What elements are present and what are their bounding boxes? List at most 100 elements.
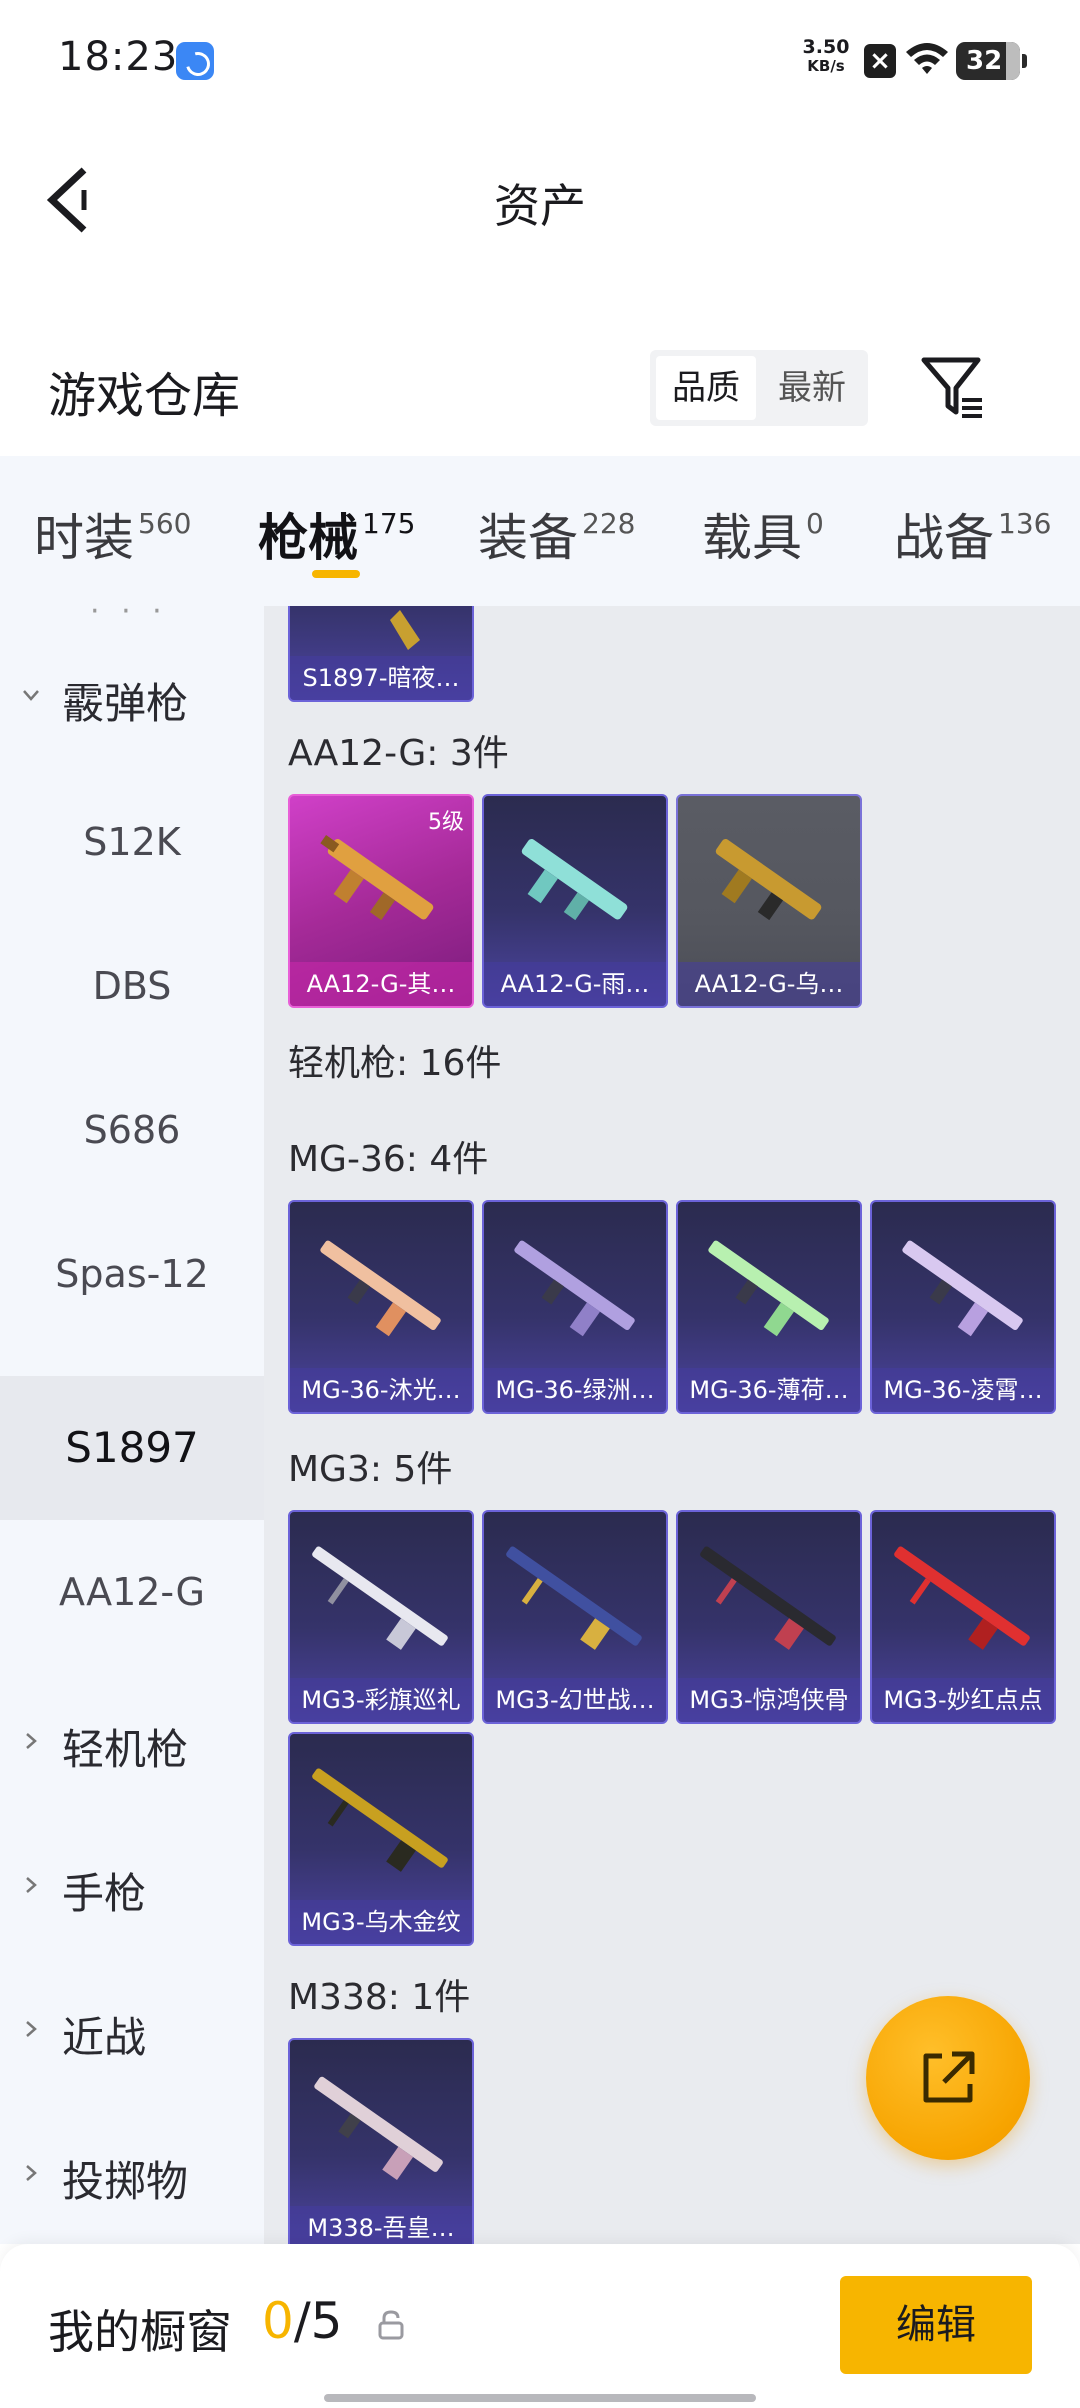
warehouse-title: 游戏仓库 xyxy=(48,368,241,424)
share-button[interactable] xyxy=(866,1996,1030,2160)
sidebar-item-label: 手枪 xyxy=(62,1869,147,1918)
showcase-separator: / xyxy=(293,2292,311,2350)
showcase-label: 我的橱窗 xyxy=(48,2305,232,2359)
showcase-current: 0 xyxy=(262,2292,294,2350)
weapon-card-name: M338-吾皇… xyxy=(290,2206,472,2244)
weapon-card-name: MG-36-凌霄… xyxy=(872,1368,1054,1412)
tab-label: 装备 xyxy=(478,509,578,567)
filter-icon[interactable] xyxy=(918,352,988,422)
tab-label: 战备 xyxy=(894,509,994,567)
weapon-card[interactable]: MG3-幻世战… xyxy=(482,1510,668,1724)
weapon-card-name: MG-36-绿洲… xyxy=(484,1368,666,1412)
weapon-card[interactable]: MG3-彩旗巡礼 xyxy=(288,1510,474,1724)
weapon-card[interactable]: MG3-妙红点点 xyxy=(870,1510,1056,1724)
tab-count: 136 xyxy=(998,507,1052,540)
weapon-card-name: MG3-彩旗巡礼 xyxy=(290,1678,472,1722)
sidebar-item-dbs[interactable]: DBS xyxy=(0,914,264,1058)
sidebar-item-label: 投掷物 xyxy=(62,2157,189,2206)
chevron-right-icon xyxy=(26,2021,37,2037)
sidebar-item-label: 近战 xyxy=(62,2013,147,2062)
title-bar: 资产 xyxy=(0,120,1080,280)
sidebar-item-pistol[interactable]: 手枪 xyxy=(0,1816,264,1960)
sort-newest-option[interactable]: 最新 xyxy=(762,356,862,420)
weapon-card[interactable]: M338-吾皇… xyxy=(288,2038,474,2244)
weapon-card-name: MG3-妙红点点 xyxy=(872,1678,1054,1722)
network-speed: 3.50 KB/s xyxy=(800,38,852,76)
weapon-card-s1897[interactable]: S1897-暗夜… xyxy=(288,606,474,702)
sidebar-item-throwable[interactable]: 投掷物 xyxy=(0,2104,264,2244)
weapon-card[interactable]: AA12-G-乌… xyxy=(676,794,862,1008)
tab-count: 228 xyxy=(582,507,636,540)
tab-label: 枪械 xyxy=(258,509,358,567)
weapon-card-name: AA12-G-雨… xyxy=(484,962,666,1006)
weapon-image xyxy=(894,1546,1030,1650)
share-external-icon xyxy=(923,2051,975,2103)
weapon-category-sidebar: · · · 霰弹枪 S12K DBS S686 Spas-12 S1897 AA… xyxy=(0,606,264,2244)
network-speed-unit: KB/s xyxy=(807,57,845,75)
tab-count: 175 xyxy=(362,507,416,540)
tab-equipment[interactable]: 装备 228 xyxy=(478,498,635,570)
app-notification-icon xyxy=(176,42,214,80)
tab-count: 560 xyxy=(138,507,192,540)
weapon-card-name: MG-36-薄荷… xyxy=(678,1368,860,1412)
category-tabs: 时装 560 枪械 175 装备 228 载具 0 战备 136 xyxy=(0,456,1080,606)
sidebar-item-spas12[interactable]: Spas-12 xyxy=(0,1202,264,1346)
weapon-image xyxy=(521,839,628,921)
sidebar-item-lmg[interactable]: 轻机枪 xyxy=(0,1672,264,1816)
sidebar-item-s1897[interactable]: S1897 xyxy=(0,1376,264,1520)
tab-count: 0 xyxy=(806,507,824,540)
sidebar-item-label: 霰弹枪 xyxy=(62,679,189,728)
chevron-down-icon xyxy=(23,690,39,701)
edit-button[interactable]: 编辑 xyxy=(840,2276,1032,2374)
lock-icon xyxy=(378,2310,404,2340)
section-title-mg36: MG-36: 4件 xyxy=(288,1139,489,1180)
sidebar-item-s12k[interactable]: S12K xyxy=(0,770,264,914)
battery-level: 32 xyxy=(966,46,1003,76)
weapon-card[interactable]: MG3-乌木金纹 xyxy=(288,1732,474,1946)
weapon-card[interactable]: MG-36-绿洲… xyxy=(482,1200,668,1414)
tab-vehicles[interactable]: 载具 0 xyxy=(702,498,824,570)
weapon-card[interactable]: MG-36-薄荷… xyxy=(676,1200,862,1414)
wifi-icon xyxy=(906,43,948,74)
weapon-image xyxy=(320,1240,441,1337)
showcase-total: 5 xyxy=(310,2292,343,2350)
weapon-card-name: AA12-G-乌… xyxy=(678,962,860,1006)
sidebar-item-s686[interactable]: S686 xyxy=(0,1058,264,1202)
weapon-card-name: S1897-暗夜… xyxy=(290,656,472,700)
active-tab-indicator xyxy=(312,570,360,578)
weapon-level-badge: 5级 xyxy=(428,810,464,835)
network-speed-value: 3.50 xyxy=(802,36,850,58)
sort-quality-option[interactable]: 品质 xyxy=(656,356,756,420)
section-title-mg3: MG3: 5件 xyxy=(288,1449,453,1490)
section-title-aa12g: AA12-G: 3件 xyxy=(288,733,509,774)
home-indicator[interactable] xyxy=(324,2394,756,2402)
tab-fashion[interactable]: 时装 560 xyxy=(34,498,191,570)
sidebar-item-shotgun[interactable]: 霰弹枪 xyxy=(0,626,264,770)
weapon-image xyxy=(715,839,822,921)
warehouse-header: 游戏仓库 品质 最新 xyxy=(0,320,1080,456)
weapon-card-name: MG-36-沐光… xyxy=(290,1368,472,1412)
weapon-image xyxy=(312,1546,448,1650)
weapon-card[interactable]: AA12-G-雨… xyxy=(482,794,668,1008)
weapon-card-name: MG3-幻世战… xyxy=(484,1678,666,1722)
weapon-image xyxy=(312,1768,448,1872)
weapon-card[interactable]: MG3-惊鸿侠骨 xyxy=(676,1510,862,1724)
weapon-image xyxy=(708,1240,829,1337)
weapon-card-name: MG3-惊鸿侠骨 xyxy=(678,1678,860,1722)
weapon-card-name: AA12-G-其… xyxy=(290,962,472,1006)
weapon-card[interactable]: MG-36-沐光… xyxy=(288,1200,474,1414)
tab-supplies[interactable]: 战备 136 xyxy=(894,498,1051,570)
sidebar-item-melee[interactable]: 近战 xyxy=(0,1960,264,2104)
section-title-lmg: 轻机枪: 16件 xyxy=(288,1043,502,1084)
tab-weapons[interactable]: 枪械 175 xyxy=(258,498,415,570)
showcase-bar: 我的橱窗 0/5 编辑 xyxy=(0,2244,1080,2408)
weapon-card[interactable]: 5级 AA12-G-其… xyxy=(288,794,474,1008)
weapon-image xyxy=(314,2076,443,2180)
weapon-image xyxy=(902,1240,1023,1337)
tab-label: 载具 xyxy=(702,509,802,567)
section-title-m338: M338: 1件 xyxy=(288,1977,471,2018)
weapon-card[interactable]: MG-36-凌霄… xyxy=(870,1200,1056,1414)
sidebar-item-aa12g[interactable]: AA12-G xyxy=(0,1520,264,1664)
tab-label: 时装 xyxy=(34,509,134,567)
weapon-image xyxy=(514,1240,635,1337)
